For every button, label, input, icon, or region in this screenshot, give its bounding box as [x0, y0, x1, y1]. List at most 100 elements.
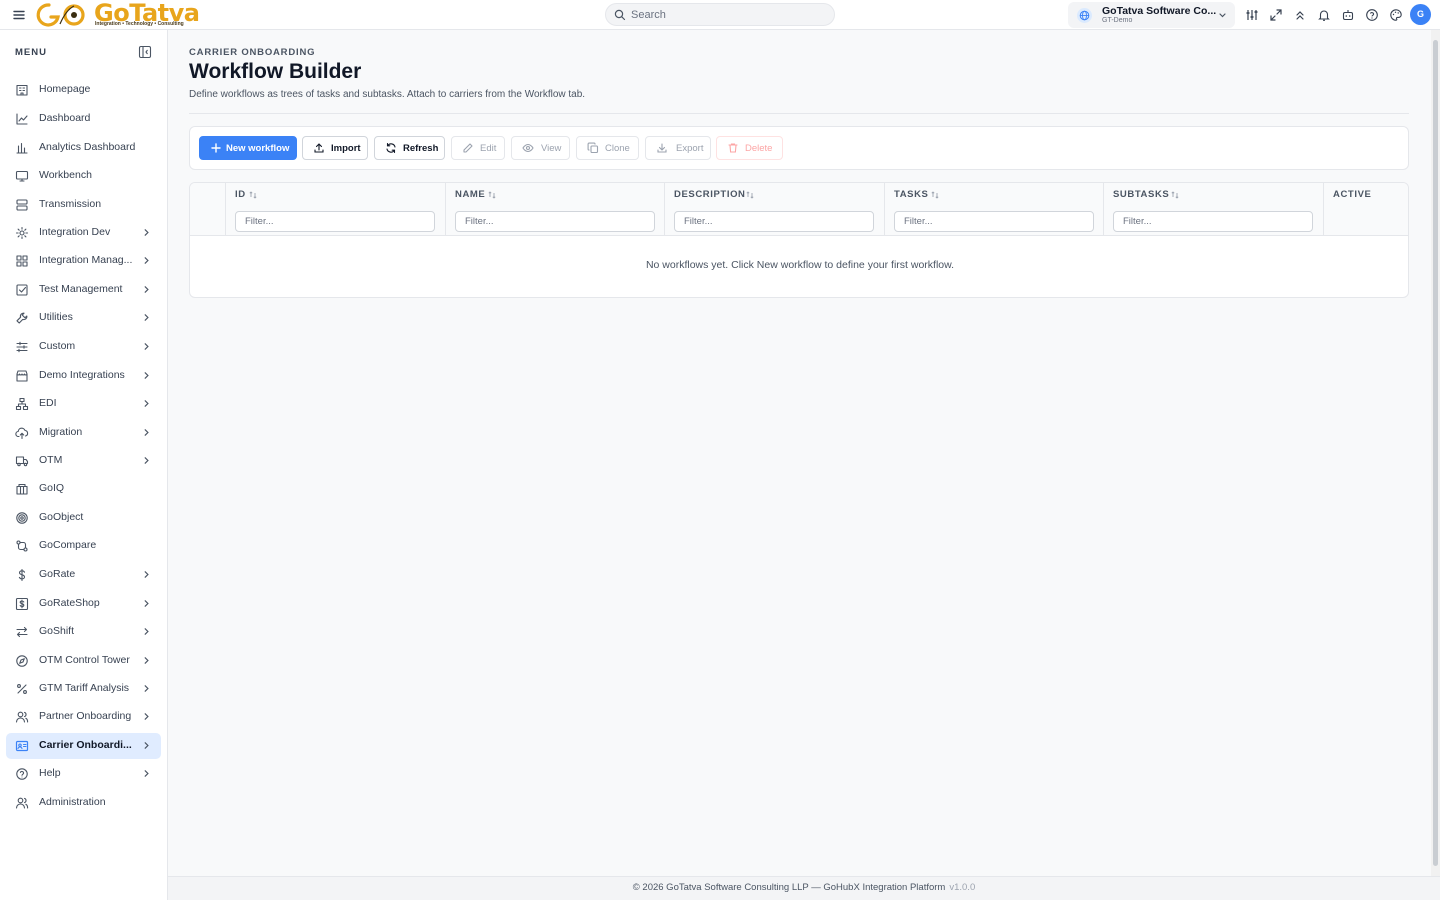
- filter-input-description[interactable]: [674, 211, 874, 232]
- new-workflow-button[interactable]: New workflow: [199, 136, 297, 160]
- breadcrumb: CARRIER ONBOARDING: [189, 47, 316, 58]
- refresh-button[interactable]: Refresh: [374, 136, 445, 160]
- sidebar-item-label: Test Management: [39, 283, 123, 295]
- expand-icon[interactable]: [1269, 8, 1283, 22]
- sidebar-item-custom[interactable]: Custom: [6, 334, 161, 360]
- sidebar-item-help[interactable]: Help: [6, 761, 161, 787]
- column-header-active[interactable]: ACTIVE: [1333, 189, 1371, 200]
- sidebar-item-administration[interactable]: Administration: [6, 790, 161, 816]
- sort-icon[interactable]: [746, 191, 754, 199]
- help-circle-icon[interactable]: [1365, 8, 1379, 22]
- delete-button[interactable]: Delete: [716, 136, 783, 160]
- sidebar-item-goobject[interactable]: GoObject: [6, 505, 161, 531]
- compass-icon: [16, 655, 28, 667]
- sort-icon[interactable]: [931, 191, 939, 199]
- search-input[interactable]: [631, 6, 826, 23]
- chevron-right-icon: [144, 657, 149, 664]
- sliders-icon: [16, 341, 28, 353]
- sidebar-item-integration-manag[interactable]: Integration Manag...: [6, 248, 161, 274]
- table-header: ID NAME DESCRIPTION TASKS SUBTASKS ACTIV…: [190, 183, 1408, 236]
- line-chart-icon: [16, 113, 28, 125]
- sort-icon[interactable]: [1171, 191, 1179, 199]
- sidebar-item-label: Custom: [39, 340, 76, 352]
- users-icon: [15, 797, 29, 809]
- page-subtitle: Define workflows as trees of tasks and s…: [189, 89, 586, 100]
- footer: © 2026 GoTatva Software Consulting LLP —…: [168, 876, 1440, 900]
- sidebar-item-otm[interactable]: OTM: [6, 448, 161, 474]
- column-header-name[interactable]: NAME: [455, 189, 485, 200]
- sidebar-item-label: Carrier Onboardi...: [39, 739, 132, 751]
- sidebar-item-homepage[interactable]: Homepage: [6, 77, 161, 103]
- sidebar-item-edi[interactable]: EDI: [6, 391, 161, 417]
- help-circle-icon: [16, 768, 28, 780]
- column-separator: [225, 183, 226, 236]
- sidebar-item-gorate[interactable]: GoRate: [6, 562, 161, 588]
- sidebar-item-integration-dev[interactable]: Integration Dev: [6, 220, 161, 246]
- column-header-subtasks[interactable]: SUBTASKS: [1113, 189, 1169, 200]
- column-header-id[interactable]: ID: [235, 189, 246, 200]
- sidebar-item-test-management[interactable]: Test Management: [6, 277, 161, 303]
- filter-input-subtasks[interactable]: [1113, 211, 1313, 232]
- sidebar-item-analytics-dashboard[interactable]: Analytics Dashboard: [6, 135, 161, 161]
- sidebar-item-transmission[interactable]: Transmission: [6, 192, 161, 218]
- sidebar-item-label: Dashboard: [39, 112, 91, 124]
- empty-state-message: No workflows yet. Click New workflow to …: [645, 259, 955, 271]
- globe-icon: [1077, 8, 1092, 23]
- org-name: GoTatva Software Co...: [1102, 5, 1217, 17]
- wrench-icon: [16, 312, 28, 324]
- sidebar-item-demo-integrations[interactable]: Demo Integrations: [6, 363, 161, 389]
- sidebar-item-label: Partner Onboarding: [39, 710, 132, 722]
- sort-icon[interactable]: [249, 191, 257, 199]
- palette-icon[interactable]: [1389, 8, 1403, 22]
- bell-icon[interactable]: [1317, 8, 1331, 22]
- filter-input-name[interactable]: [455, 211, 655, 232]
- sidebar-item-gorateshop[interactable]: GoRateShop: [6, 591, 161, 617]
- search-box[interactable]: [605, 3, 835, 26]
- chevrons-up-icon[interactable]: [1293, 8, 1307, 22]
- view-button[interactable]: View: [511, 136, 570, 160]
- column-header-tasks[interactable]: TASKS: [894, 189, 929, 200]
- filter-input-tasks[interactable]: [894, 211, 1094, 232]
- toolbar: New workflow Import Refresh Edit View Cl…: [189, 126, 1409, 170]
- org-switcher[interactable]: GoTatva Software Co... GT-Demo: [1068, 2, 1235, 28]
- columns-icon: [16, 483, 28, 495]
- new-workflow-label: New workflow: [226, 143, 290, 154]
- avatar[interactable]: G: [1410, 4, 1431, 25]
- sidebar-item-dashboard[interactable]: Dashboard: [6, 106, 161, 132]
- sidebar-item-label: Help: [39, 767, 61, 779]
- sidebar-item-utilities[interactable]: Utilities: [6, 305, 161, 331]
- clone-button[interactable]: Clone: [576, 136, 639, 160]
- gotatva-logo[interactable]: GoTatva Integration • Technology • Consu…: [34, 0, 204, 30]
- scrollbar-thumb[interactable]: [1433, 40, 1438, 866]
- column-separator: [445, 183, 446, 236]
- sidebar-item-gocompare[interactable]: GoCompare: [6, 533, 161, 559]
- export-button[interactable]: Export: [645, 136, 711, 160]
- refresh-icon: [386, 142, 396, 154]
- sidebar-item-label: EDI: [39, 397, 57, 409]
- collapse-sidebar-icon[interactable]: [138, 45, 152, 59]
- sidebar-item-gtm-tariff-analysis[interactable]: GTM Tariff Analysis: [6, 676, 161, 702]
- sidebar-item-migration[interactable]: Migration: [6, 420, 161, 446]
- sidebar-item-label: GoRateShop: [39, 597, 100, 609]
- percent-icon: [17, 684, 27, 694]
- bot-icon[interactable]: [1341, 8, 1355, 22]
- sidebar-item-label: Integration Dev: [39, 226, 111, 238]
- sidebar-item-workbench[interactable]: Workbench: [6, 163, 161, 189]
- sidebar-item-otm-control-tower[interactable]: OTM Control Tower: [6, 648, 161, 674]
- copy-icon: [587, 142, 599, 154]
- hamburger-menu-icon[interactable]: [12, 8, 26, 22]
- sidebar-item-partner-onboarding[interactable]: Partner Onboarding: [6, 704, 161, 730]
- top-bar: GoTatva Integration • Technology • Consu…: [0, 0, 1440, 30]
- edit-button[interactable]: Edit: [451, 136, 505, 160]
- sidebar-item-label: GoObject: [39, 511, 84, 523]
- sidebar-item-carrier-onboardi[interactable]: Carrier Onboardi...: [6, 733, 161, 759]
- import-button[interactable]: Import: [302, 136, 368, 160]
- sliders-settings-icon[interactable]: [1245, 8, 1259, 22]
- sidebar-item-goiq[interactable]: GoIQ: [6, 476, 161, 502]
- page-scrollbar[interactable]: [1431, 30, 1440, 876]
- chevron-right-icon: [144, 600, 149, 607]
- sort-icon[interactable]: [488, 191, 496, 199]
- filter-input-id[interactable]: [235, 211, 435, 232]
- sidebar-item-goshift[interactable]: GoShift: [6, 619, 161, 645]
- column-header-description[interactable]: DESCRIPTION: [674, 189, 746, 200]
